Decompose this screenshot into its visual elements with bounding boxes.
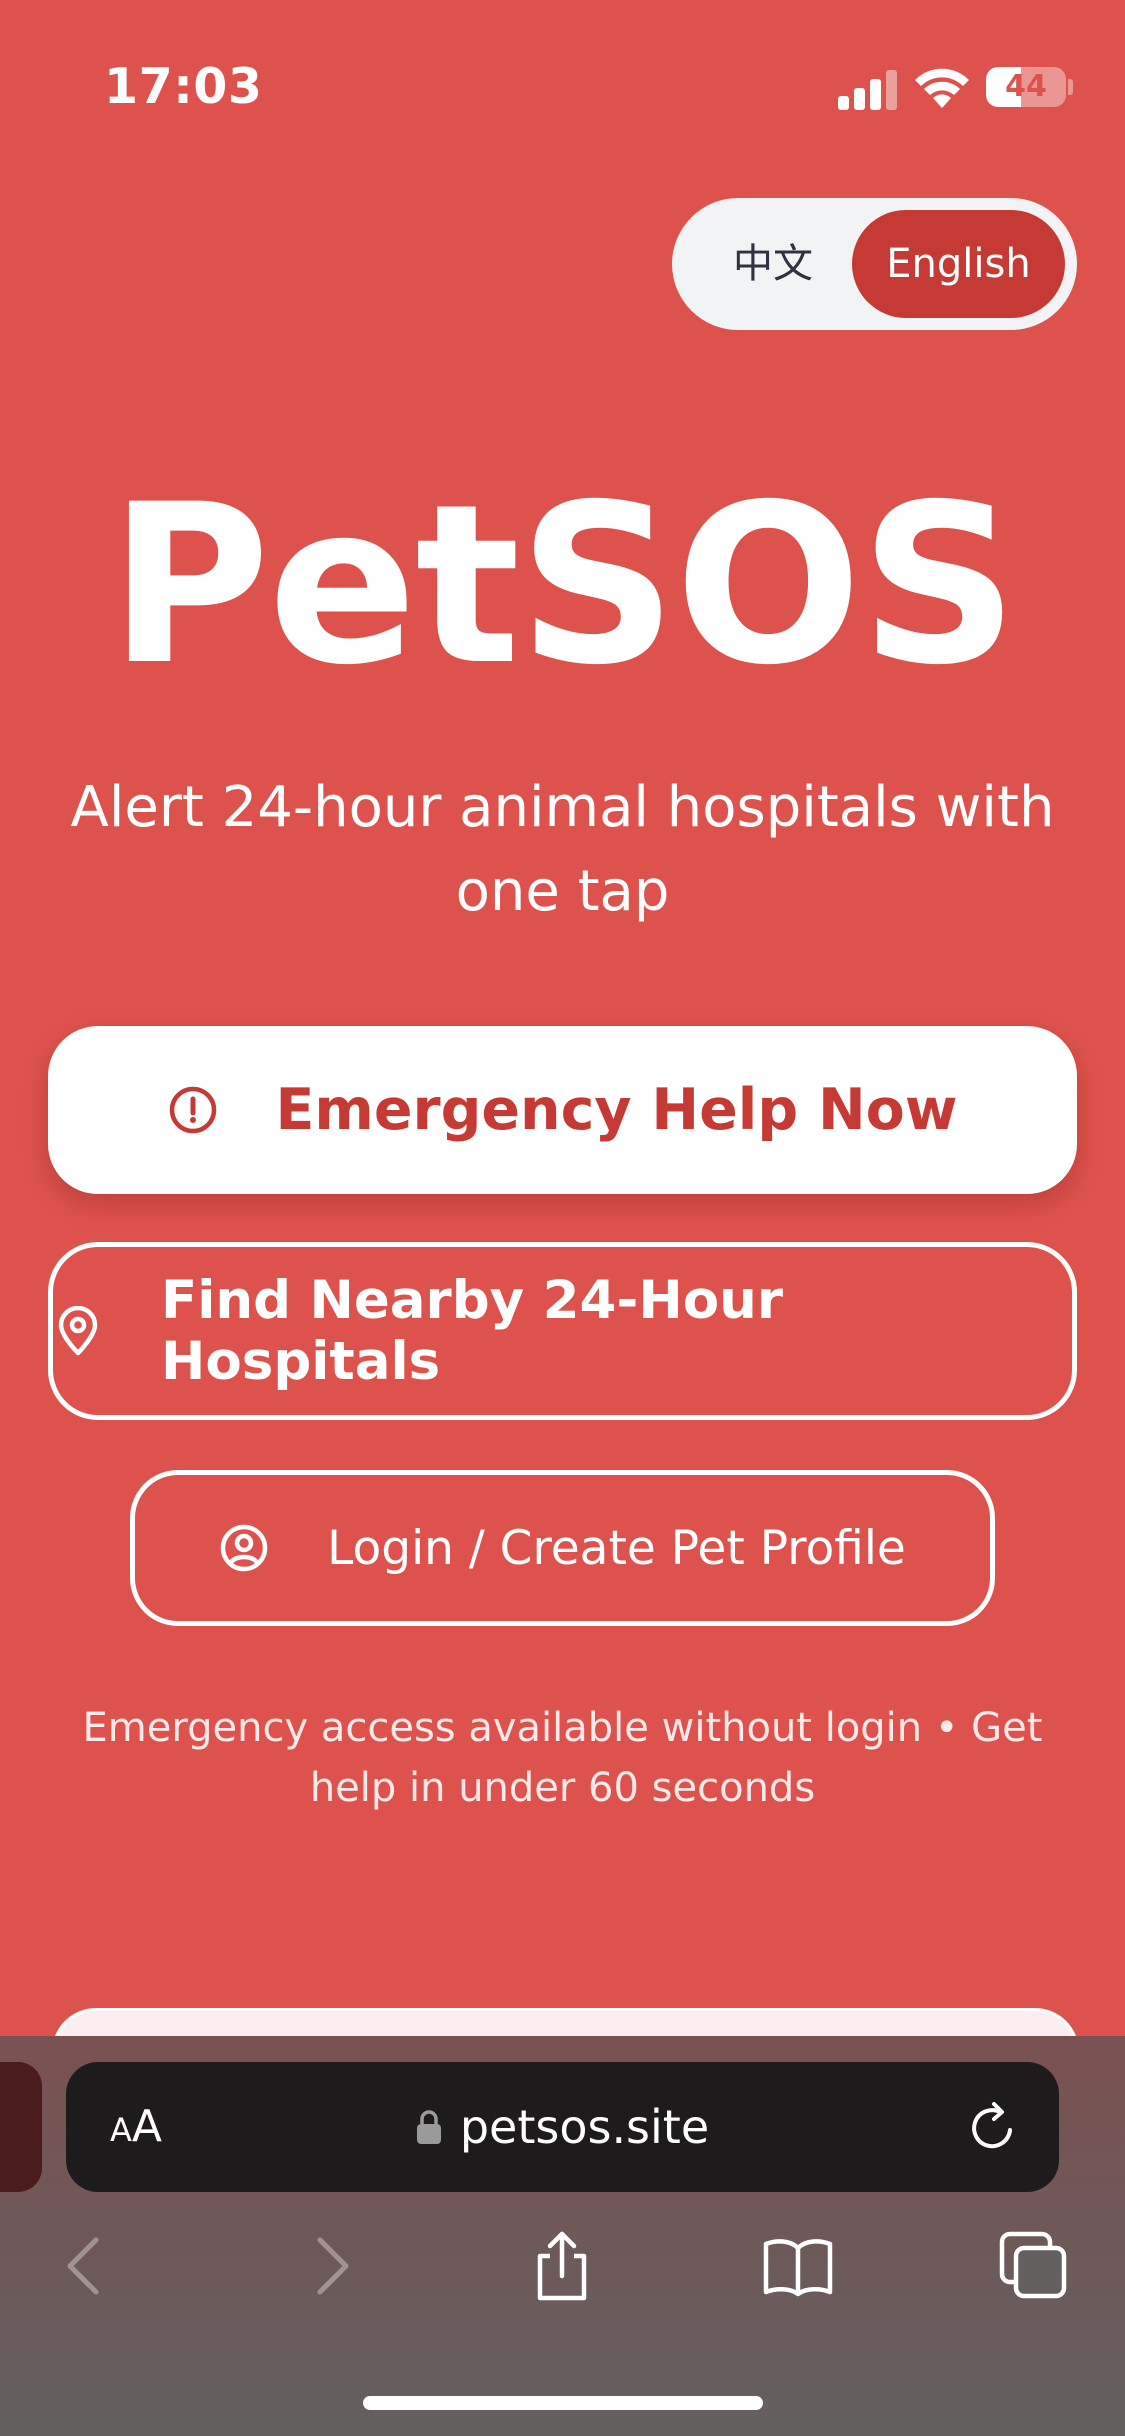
tabs-icon[interactable] [998, 2230, 1070, 2302]
back-icon[interactable] [50, 2230, 122, 2302]
battery-level: 44 [1005, 69, 1047, 104]
forward-icon[interactable] [294, 2230, 366, 2302]
app-logo: PetSOS [108, 457, 1019, 713]
wifi-icon [915, 68, 969, 108]
lock-icon [416, 2110, 441, 2144]
emergency-help-label: Emergency Help Now [275, 1077, 958, 1143]
bookmarks-icon[interactable] [762, 2230, 834, 2302]
map-pin-icon [53, 1306, 103, 1356]
share-icon[interactable] [526, 2230, 598, 2302]
language-toggle: 中文 English [672, 198, 1077, 330]
language-option-chinese[interactable]: 中文 [690, 210, 856, 318]
reload-icon[interactable] [966, 2100, 1020, 2154]
cellular-signal-icon [838, 70, 897, 110]
find-hospitals-button[interactable]: Find Nearby 24-Hour Hospitals [48, 1242, 1077, 1420]
find-hospitals-label: Find Nearby 24-Hour Hospitals [161, 1270, 784, 1392]
emergency-help-button[interactable]: Emergency Help Now [48, 1026, 1077, 1194]
address-bar[interactable]: AA petsos.site [66, 2062, 1059, 2192]
url-display: petsos.site [66, 2062, 1059, 2192]
url-text: petsos.site [459, 2100, 710, 2154]
status-bar: 17:03 44 [0, 0, 1125, 170]
battery-icon: 44 [986, 67, 1066, 107]
previous-tab-preview[interactable] [0, 2062, 42, 2192]
status-time: 17:03 [104, 58, 263, 115]
login-label: Login / Create Pet Profile [327, 1520, 906, 1576]
battery-nub [1068, 79, 1073, 95]
alert-circle-icon [168, 1085, 218, 1135]
login-button[interactable]: Login / Create Pet Profile [130, 1470, 995, 1626]
tagline: Alert 24-hour animal hospitals with one … [70, 775, 1055, 924]
language-option-english[interactable]: English [852, 210, 1065, 318]
emergency-access-note: Emergency access available without login… [82, 1705, 1043, 1811]
home-indicator[interactable] [363, 2396, 763, 2410]
user-circle-icon [219, 1523, 269, 1573]
